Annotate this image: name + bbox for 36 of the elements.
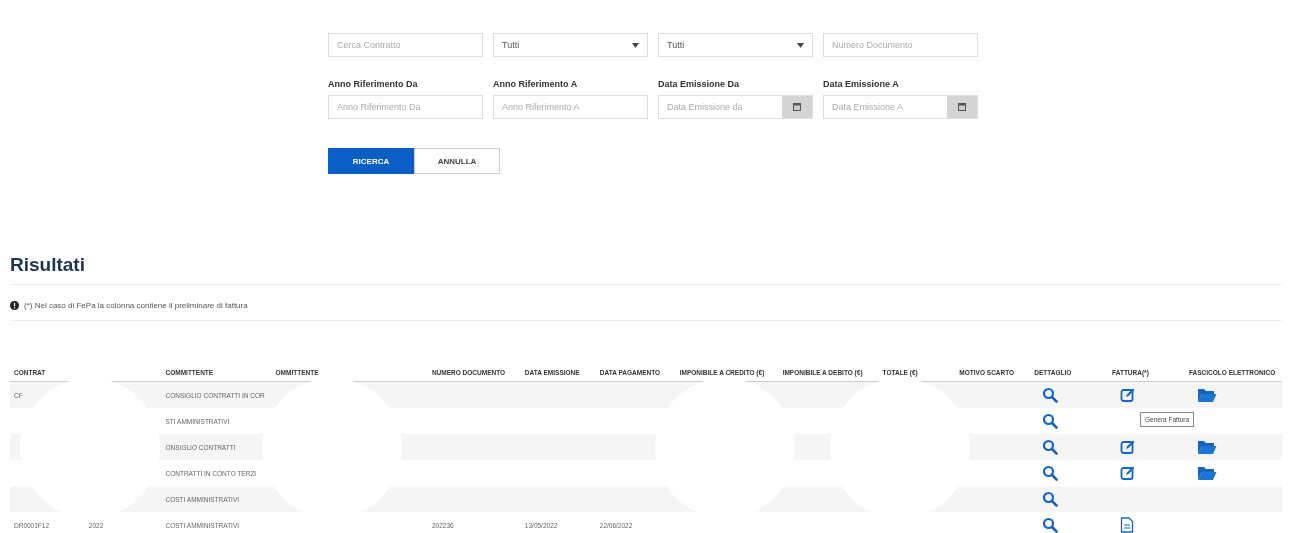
calendar-icon bbox=[792, 102, 802, 112]
field-label: Data Emissione Da bbox=[658, 79, 741, 90]
search-icon[interactable] bbox=[1042, 413, 1059, 429]
calendar-button[interactable] bbox=[782, 96, 812, 118]
edit-icon[interactable] bbox=[1120, 387, 1137, 403]
calendar-icon bbox=[957, 102, 967, 112]
search-icon[interactable] bbox=[1042, 465, 1059, 481]
calendar-button[interactable] bbox=[947, 96, 977, 118]
search-icon[interactable] bbox=[1042, 387, 1059, 403]
section-title: Risultati bbox=[10, 254, 1282, 285]
field-label: Anno Riferimento Da bbox=[328, 79, 419, 90]
caret-icon bbox=[632, 42, 639, 48]
text-field[interactable]: Anno Riferimento Da bbox=[328, 95, 483, 119]
search-button[interactable]: RICERCA bbox=[328, 148, 414, 174]
text-field[interactable]: Cerca Contratto bbox=[328, 33, 483, 57]
edit-icon[interactable] bbox=[1120, 439, 1137, 455]
folder-icon[interactable] bbox=[1196, 387, 1217, 403]
text-field[interactable]: Anno Riferimento A bbox=[493, 95, 648, 119]
folder-icon[interactable] bbox=[1196, 465, 1217, 481]
edit-icon[interactable] bbox=[1120, 465, 1137, 481]
search-icon[interactable] bbox=[1042, 439, 1059, 455]
info-icon bbox=[10, 301, 19, 310]
cancel-button[interactable]: ANNULLA bbox=[414, 148, 500, 174]
dropdown[interactable]: Tutti bbox=[658, 33, 813, 57]
search-icon[interactable] bbox=[1042, 517, 1059, 533]
date-field[interactable]: Data Emissione da bbox=[658, 95, 813, 119]
field-label: Anno Riferimento A bbox=[493, 79, 579, 90]
field-label: Data Emissione A bbox=[823, 79, 900, 90]
search-icon[interactable] bbox=[1042, 491, 1059, 507]
document-icon[interactable] bbox=[1120, 517, 1135, 533]
date-field[interactable]: Data Emissione A bbox=[823, 95, 978, 119]
dropdown[interactable]: Tutti bbox=[493, 33, 648, 57]
text-field[interactable]: Numero Documento bbox=[823, 33, 978, 57]
note-text: (*) Nel caso di FePa la colonna contiene il preliminare di fattura bbox=[24, 301, 248, 310]
folder-icon[interactable] bbox=[1196, 439, 1217, 455]
caret-icon bbox=[797, 42, 804, 48]
